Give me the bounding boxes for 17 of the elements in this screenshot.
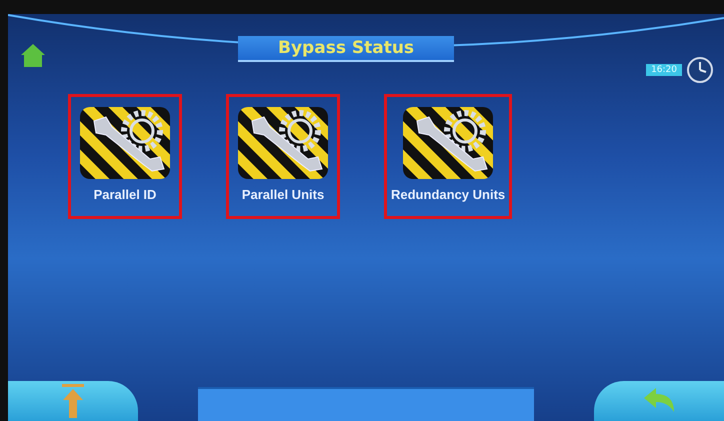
- tile-label: Parallel ID: [94, 187, 156, 202]
- clock-icon: [686, 56, 714, 84]
- settings-tile[interactable]: Parallel ID: [68, 94, 182, 219]
- screen-title: Bypass Status: [238, 36, 454, 62]
- clock-time: 16:20: [646, 64, 682, 76]
- up-arrow-icon: [62, 384, 84, 418]
- wrench-gear-icon: [238, 107, 328, 179]
- settings-tile[interactable]: Redundancy Units: [384, 94, 512, 219]
- settings-tile[interactable]: Parallel Units: [226, 94, 340, 219]
- home-icon[interactable]: [20, 42, 46, 68]
- back-button[interactable]: [594, 381, 724, 421]
- upload-button[interactable]: [8, 381, 138, 421]
- wrench-gear-icon: [403, 107, 494, 179]
- tile-label: Redundancy Units: [391, 187, 506, 202]
- tile-label: Parallel Units: [242, 187, 324, 202]
- wrench-gear-icon: [80, 107, 170, 179]
- back-arrow-icon: [642, 388, 676, 414]
